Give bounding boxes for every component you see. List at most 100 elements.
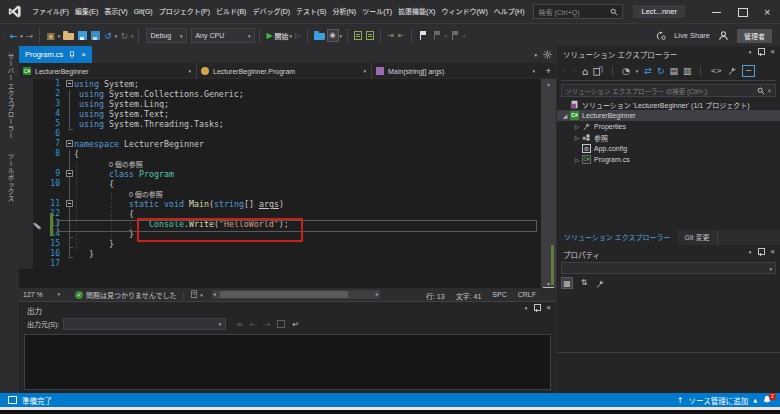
output-dropdown-icon[interactable]: ▾ xyxy=(525,305,528,311)
tree-item-app-config[interactable]: ⚙App.config xyxy=(557,143,780,154)
redo-dropdown[interactable]: ▾ xyxy=(130,33,135,39)
se-pending-filter-icon[interactable]: ◔ xyxy=(622,66,630,76)
tab-program-cs[interactable]: Program.cs × xyxy=(19,46,92,63)
pin-icon[interactable] xyxy=(68,51,76,59)
hscroll-thumb[interactable] xyxy=(220,291,348,298)
se-switch-views-icon[interactable] xyxy=(593,66,603,76)
solution-configuration-dropdown[interactable]: Debug▾ xyxy=(146,28,187,43)
code-editor[interactable]: 1using System;2 using System.Collections… xyxy=(19,79,541,288)
horizontal-scrollbar[interactable]: ◂ ▸ xyxy=(212,290,380,299)
bookmark-next-icon[interactable] xyxy=(433,31,441,40)
props-pin-icon[interactable] xyxy=(758,248,763,256)
output-clear-icon[interactable] xyxy=(277,320,285,328)
props-pages-icon[interactable] xyxy=(595,279,605,289)
se-nest-icon[interactable]: ▤ xyxy=(669,66,678,76)
maximize-button[interactable] xyxy=(738,7,748,17)
health-settings-icon[interactable] xyxy=(190,290,199,299)
se-refresh-icon[interactable]: ↻ xyxy=(657,66,665,76)
se-forward-icon[interactable]: ◦ xyxy=(571,66,576,76)
undo-button[interactable]: ↺ xyxy=(102,27,114,45)
menu-item-11[interactable]: ウィンドウ(W) xyxy=(438,8,490,15)
tree-item-lecturerbeginner[interactable]: ◢C#LecturerBeginner xyxy=(557,110,780,121)
navigate-forward-button[interactable]: → xyxy=(24,27,36,45)
solution-explorer-search[interactable]: ソリューション エクスプローラー の検索 (Ctrl+;) ▾ xyxy=(561,84,776,97)
redo-button[interactable]: ↻ xyxy=(118,27,130,45)
menu-item-0[interactable]: ファイル(F) xyxy=(29,8,72,15)
menu-item-7[interactable]: テスト(S) xyxy=(293,8,329,15)
se-sync-icon[interactable]: ⇄ xyxy=(644,66,652,76)
output-next-message-icon[interactable]: → xyxy=(264,320,271,329)
tree-expander[interactable]: ◢ xyxy=(561,112,569,119)
tree-expander[interactable]: ▷ xyxy=(573,156,581,163)
notifications-bell-icon[interactable]: 2 xyxy=(762,395,772,405)
indent-icon[interactable]: ⇥ xyxy=(385,27,396,45)
close-button[interactable]: × xyxy=(764,7,774,17)
live-share-button[interactable]: Live Share xyxy=(674,31,710,40)
output-content[interactable] xyxy=(24,334,551,390)
se-close-icon[interactable]: × xyxy=(770,48,775,56)
zoom-dropdown[interactable]: 127 %▾ xyxy=(19,291,65,298)
ide-camera-icon[interactable]: ◉ xyxy=(327,29,339,42)
se-filter-caret[interactable]: ▾ xyxy=(635,68,640,74)
health-dropdown[interactable]: ▾ xyxy=(199,292,204,298)
tree-item-program-cs[interactable]: ▷C#Program.cs xyxy=(557,154,780,165)
se-viewcode-icon[interactable]: <> xyxy=(710,67,722,75)
save-all-button[interactable] xyxy=(91,31,100,40)
menu-item-12[interactable]: ヘルプ(H) xyxy=(491,8,528,15)
menu-item-9[interactable]: ツール(T) xyxy=(359,8,395,15)
nav-member-dropdown[interactable]: Main(string[] args)▾ xyxy=(372,63,540,79)
scroll-left-icon[interactable]: ◂ xyxy=(213,290,216,297)
nav-class-dropdown[interactable]: LecturerBeginner.Program▾ xyxy=(197,63,372,79)
start-without-debug-icon[interactable]: ▷ xyxy=(293,27,302,45)
se-back-icon[interactable]: ◦ xyxy=(561,66,566,76)
navigate-back-button[interactable]: ← xyxy=(8,27,20,45)
start-debug-icon[interactable]: ▶ xyxy=(264,27,274,45)
tree-item--lecturerbeginner-1-1-[interactable]: ソリューション 'LecturerBeginner' (1/1 プロジェクト) xyxy=(557,99,780,110)
se-home-icon[interactable]: ⌂ xyxy=(582,66,588,77)
source-control-caret[interactable]: ▲ xyxy=(753,397,757,403)
start-debug-button[interactable]: 開始 xyxy=(275,31,289,41)
se-preview-toggle-icon[interactable]: − xyxy=(742,65,755,77)
se-dropdown-icon[interactable]: ▾ xyxy=(749,49,752,55)
live-share-icon[interactable] xyxy=(656,31,666,41)
props-alphabetical-icon[interactable]: ⇅ xyxy=(578,277,590,289)
bookmark-prev-icon[interactable] xyxy=(451,31,459,40)
minimize-button[interactable] xyxy=(712,7,722,17)
send-feedback-icon[interactable] xyxy=(718,30,729,41)
se-search-caret[interactable]: ▾ xyxy=(767,87,772,95)
se-pin-icon[interactable] xyxy=(758,48,763,56)
scroll-right-icon[interactable]: ▸ xyxy=(376,290,379,297)
vertical-scrollbar[interactable]: ▴ ▾ xyxy=(541,79,556,288)
scroll-up-icon[interactable]: ▴ xyxy=(541,80,556,87)
output-pin-icon[interactable] xyxy=(534,304,539,312)
bookmark-icon[interactable] xyxy=(419,31,427,40)
output-wordwrap-icon[interactable]: ↵ xyxy=(292,320,299,329)
props-dropdown-icon[interactable]: ▾ xyxy=(749,249,752,255)
add-source-control-button[interactable]: ソース管理に追加 xyxy=(689,395,749,406)
left-strip-tab-0[interactable]: サーバー エクスプローラー xyxy=(5,46,15,146)
tree-expander[interactable]: ▷ xyxy=(573,123,581,130)
menu-item-4[interactable]: プロジェクト(P) xyxy=(156,8,213,15)
camera-dropdown[interactable]: ▾ xyxy=(339,33,344,39)
comment-icon[interactable] xyxy=(354,31,362,40)
window-options-icon[interactable] xyxy=(543,50,552,59)
save-button[interactable] xyxy=(78,31,87,40)
menu-item-2[interactable]: 表示(V) xyxy=(101,8,130,15)
props-categorized-icon[interactable]: ▦ xyxy=(561,277,573,289)
active-files-dropdown[interactable]: ▾ xyxy=(534,52,537,58)
outdent-icon[interactable]: ⇤ xyxy=(396,27,407,45)
properties-object-dropdown[interactable]: ▾ xyxy=(561,262,776,274)
tree-item--[interactable]: ▷参照 xyxy=(557,132,780,143)
tree-item-properties[interactable]: ▷Properties xyxy=(557,121,780,132)
split-window-button[interactable]: + xyxy=(541,63,556,78)
props-close-icon[interactable]: × xyxy=(770,248,775,256)
left-strip-tab-1[interactable]: ツールボックス xyxy=(5,146,15,209)
menu-item-10[interactable]: 拡張機能(X) xyxy=(395,8,438,15)
tool-tab-0[interactable]: ソリューション エクスプローラー xyxy=(557,230,678,245)
solution-platform-dropdown[interactable]: Any CPU▾ xyxy=(191,28,255,43)
output-prev-message-icon[interactable]: ← xyxy=(250,320,257,329)
tool-tab-1[interactable]: Git 変更 xyxy=(678,230,718,245)
open-file-button[interactable] xyxy=(63,33,74,40)
se-properties-icon[interactable] xyxy=(727,66,737,76)
menu-item-3[interactable]: Git(G) xyxy=(131,8,156,15)
